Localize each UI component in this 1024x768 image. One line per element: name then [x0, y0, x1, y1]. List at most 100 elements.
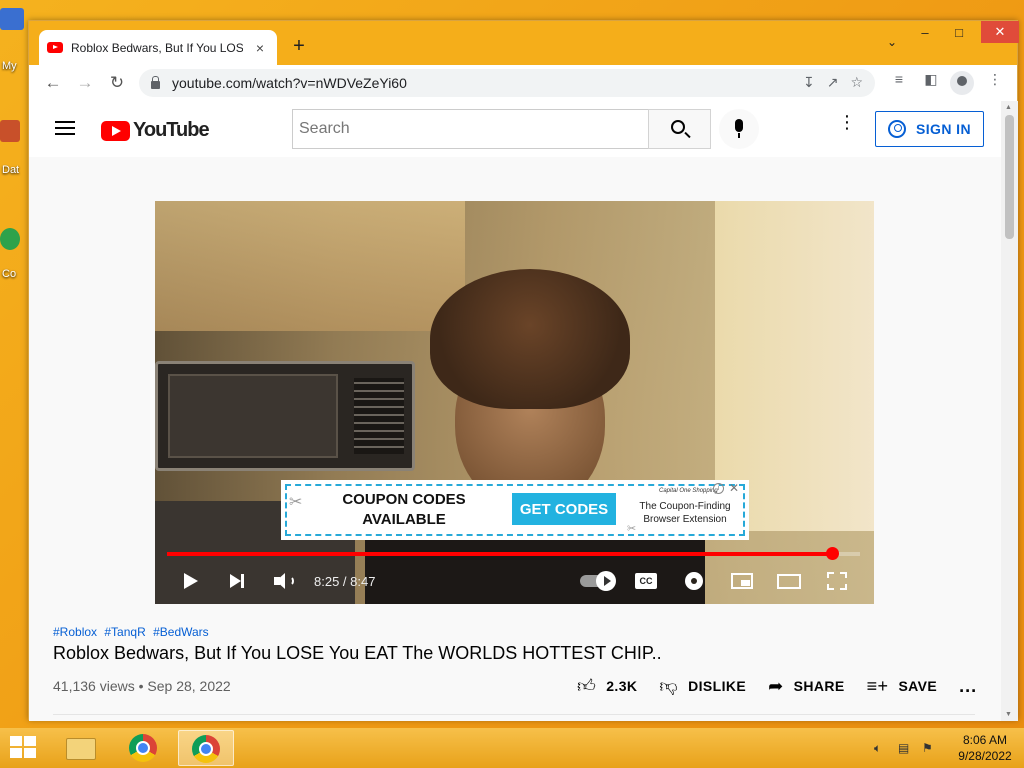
minimize-button[interactable]: – — [909, 21, 941, 43]
closed-captions-icon: CC — [635, 573, 657, 589]
autoplay-toggle[interactable] — [577, 567, 617, 595]
bookmark-star-icon[interactable]: ☆ — [850, 74, 863, 91]
play-button[interactable] — [179, 567, 203, 595]
profile-avatar-icon[interactable] — [950, 71, 974, 95]
chrome-icon — [129, 734, 157, 762]
youtube-header: YouTube ⋮ SIGN IN — [29, 101, 1001, 157]
fullscreen-icon — [827, 572, 847, 590]
share-button[interactable]: ➦ SHARE — [768, 676, 845, 697]
hashtag-link[interactable]: #TanqR — [104, 625, 145, 639]
dislike-button[interactable]: 👎︎ DISLIKE — [659, 675, 746, 697]
desktop-label-data: Dat — [2, 164, 20, 176]
video-actions: 👍︎ 2.3K 👎︎ DISLIKE ➦ SHARE ≡+ SAVE ... — [577, 675, 977, 697]
thumbs-up-icon: 👍︎ — [577, 676, 597, 696]
chrome-profile-taskbar-button[interactable] — [178, 730, 234, 766]
maximize-button[interactable]: □ — [943, 21, 975, 43]
reload-icon[interactable]: ↻ — [101, 73, 133, 93]
hashtag-link[interactable]: #Roblox — [53, 625, 97, 639]
theater-mode-button[interactable] — [775, 567, 803, 595]
url-text[interactable]: youtube.com/watch?v=nWDVeZeYi60 — [172, 75, 407, 91]
next-button[interactable] — [225, 567, 249, 595]
ad-close-icon[interactable]: ✕ — [729, 481, 739, 495]
media-queue-icon[interactable]: ≡ — [887, 71, 911, 87]
title-bar: Roblox Bedwars, But If You LOSE You EAT … — [29, 21, 1019, 65]
hashtag-link[interactable]: #BedWars — [153, 625, 209, 639]
video-progress-bar[interactable] — [167, 547, 860, 560]
folder-icon — [66, 738, 96, 760]
address-bar[interactable]: youtube.com/watch?v=nWDVeZeYi60 ↧ ↗ ☆ — [139, 69, 875, 97]
time-display: 8:25 / 8:47 — [314, 573, 376, 589]
volume-muted-icon[interactable]: 🔈︎ — [874, 741, 888, 755]
side-panel-icon[interactable]: ◧ — [919, 71, 943, 88]
chrome-taskbar-button[interactable] — [116, 730, 172, 766]
fullscreen-button[interactable] — [825, 567, 849, 595]
account-circle-icon — [888, 120, 907, 138]
scroll-down-arrow-icon[interactable]: ▼ — [1005, 711, 1012, 718]
tab-search-chevron-icon[interactable]: ⌄ — [887, 35, 897, 49]
clock-time: 8:06 AM — [962, 733, 1008, 747]
get-codes-button[interactable]: GET CODES — [512, 493, 616, 525]
new-tab-button[interactable]: + — [289, 35, 309, 58]
ad-info-icon[interactable]: i — [713, 483, 724, 494]
desktop-label-shortcut: Co — [2, 268, 17, 280]
save-button[interactable]: ≡+ SAVE — [867, 676, 938, 697]
more-actions-button[interactable]: ... — [959, 676, 977, 697]
share-label: SHARE — [793, 678, 845, 694]
start-button[interactable] — [10, 736, 38, 760]
miniplayer-icon — [731, 573, 753, 589]
settings-button[interactable] — [681, 567, 707, 595]
ad-tagline: The Coupon-Finding Browser Extension — [639, 501, 731, 525]
tab-close-button[interactable]: × — [251, 40, 269, 56]
computer-icon[interactable] — [0, 8, 24, 30]
install-app-icon[interactable]: ↧ — [803, 74, 815, 91]
sign-in-label: SIGN IN — [916, 121, 971, 137]
search-icon — [671, 120, 685, 134]
hamburger-menu-icon[interactable] — [55, 121, 75, 135]
close-window-button[interactable]: ✕ — [981, 21, 1019, 43]
video-frame-microwave — [155, 361, 415, 471]
hashtags: #Roblox #TanqR #BedWars — [53, 625, 213, 639]
system-clock[interactable]: 8:06 AM 9/28/2022 — [950, 732, 1020, 764]
search-button[interactable] — [648, 109, 711, 149]
browser-toolbar: ← → ↻ youtube.com/watch?v=nWDVeZeYi60 ↧ … — [29, 65, 1017, 101]
scrollbar-thumb[interactable] — [1005, 115, 1014, 239]
browser-window: Roblox Bedwars, But If You LOSE You EAT … — [28, 20, 1019, 721]
settings-more-icon[interactable]: ⋮ — [837, 113, 857, 131]
playlist-add-icon: ≡+ — [866, 675, 889, 696]
thumbs-down-icon: 👎︎ — [659, 676, 679, 696]
gear-icon — [685, 572, 703, 590]
action-center-flag-icon[interactable]: ⚑ — [922, 741, 936, 755]
scissors-icon: ✂ — [289, 494, 303, 511]
forward-arrow-icon[interactable]: → — [69, 73, 101, 93]
share-arrow-icon: ➦ — [768, 675, 784, 696]
video-player[interactable]: ✂ COUPON CODES AVAILABLE GET CODES Capit… — [155, 201, 874, 604]
share-icon[interactable]: ↗ — [827, 74, 839, 91]
mute-button[interactable] — [271, 567, 299, 595]
youtube-play-logo-icon — [101, 120, 130, 141]
lock-icon[interactable] — [151, 75, 160, 89]
ad-brand: Capital One Shopping — [659, 488, 718, 494]
data-icon[interactable] — [0, 120, 20, 142]
page-scrollbar[interactable]: ▲ ▼ — [1001, 101, 1018, 721]
voice-search-button[interactable] — [719, 109, 759, 149]
chrome-menu-icon[interactable]: ⋮ — [983, 71, 1007, 88]
like-button[interactable]: 👍︎ 2.3K — [577, 675, 637, 697]
page-viewport: YouTube ⋮ SIGN IN — [29, 101, 1001, 721]
video-title: Roblox Bedwars, But If You LOSE You EAT … — [53, 643, 662, 663]
shortcut-icon[interactable] — [0, 228, 20, 250]
subtitles-button[interactable]: CC — [633, 567, 659, 595]
clock-date: 9/28/2022 — [958, 749, 1012, 763]
miniplayer-button[interactable] — [729, 567, 755, 595]
autoplay-play-icon — [596, 571, 616, 591]
sign-in-button[interactable]: SIGN IN — [875, 111, 984, 147]
overlay-ad[interactable]: ✂ COUPON CODES AVAILABLE GET CODES Capit… — [281, 480, 749, 540]
network-icon[interactable]: ▤ — [898, 741, 912, 755]
back-arrow-icon[interactable]: ← — [37, 73, 69, 93]
browser-tab[interactable]: Roblox Bedwars, But If You LOSE You EAT … — [39, 30, 277, 65]
search-input[interactable] — [292, 109, 648, 149]
youtube-wordmark: YouTube — [133, 119, 210, 141]
file-explorer-taskbar-button[interactable] — [52, 730, 108, 766]
video-frame-cabinet — [155, 201, 465, 331]
scroll-up-arrow-icon[interactable]: ▲ — [1005, 104, 1012, 111]
youtube-logo[interactable]: YouTube — [101, 119, 210, 142]
